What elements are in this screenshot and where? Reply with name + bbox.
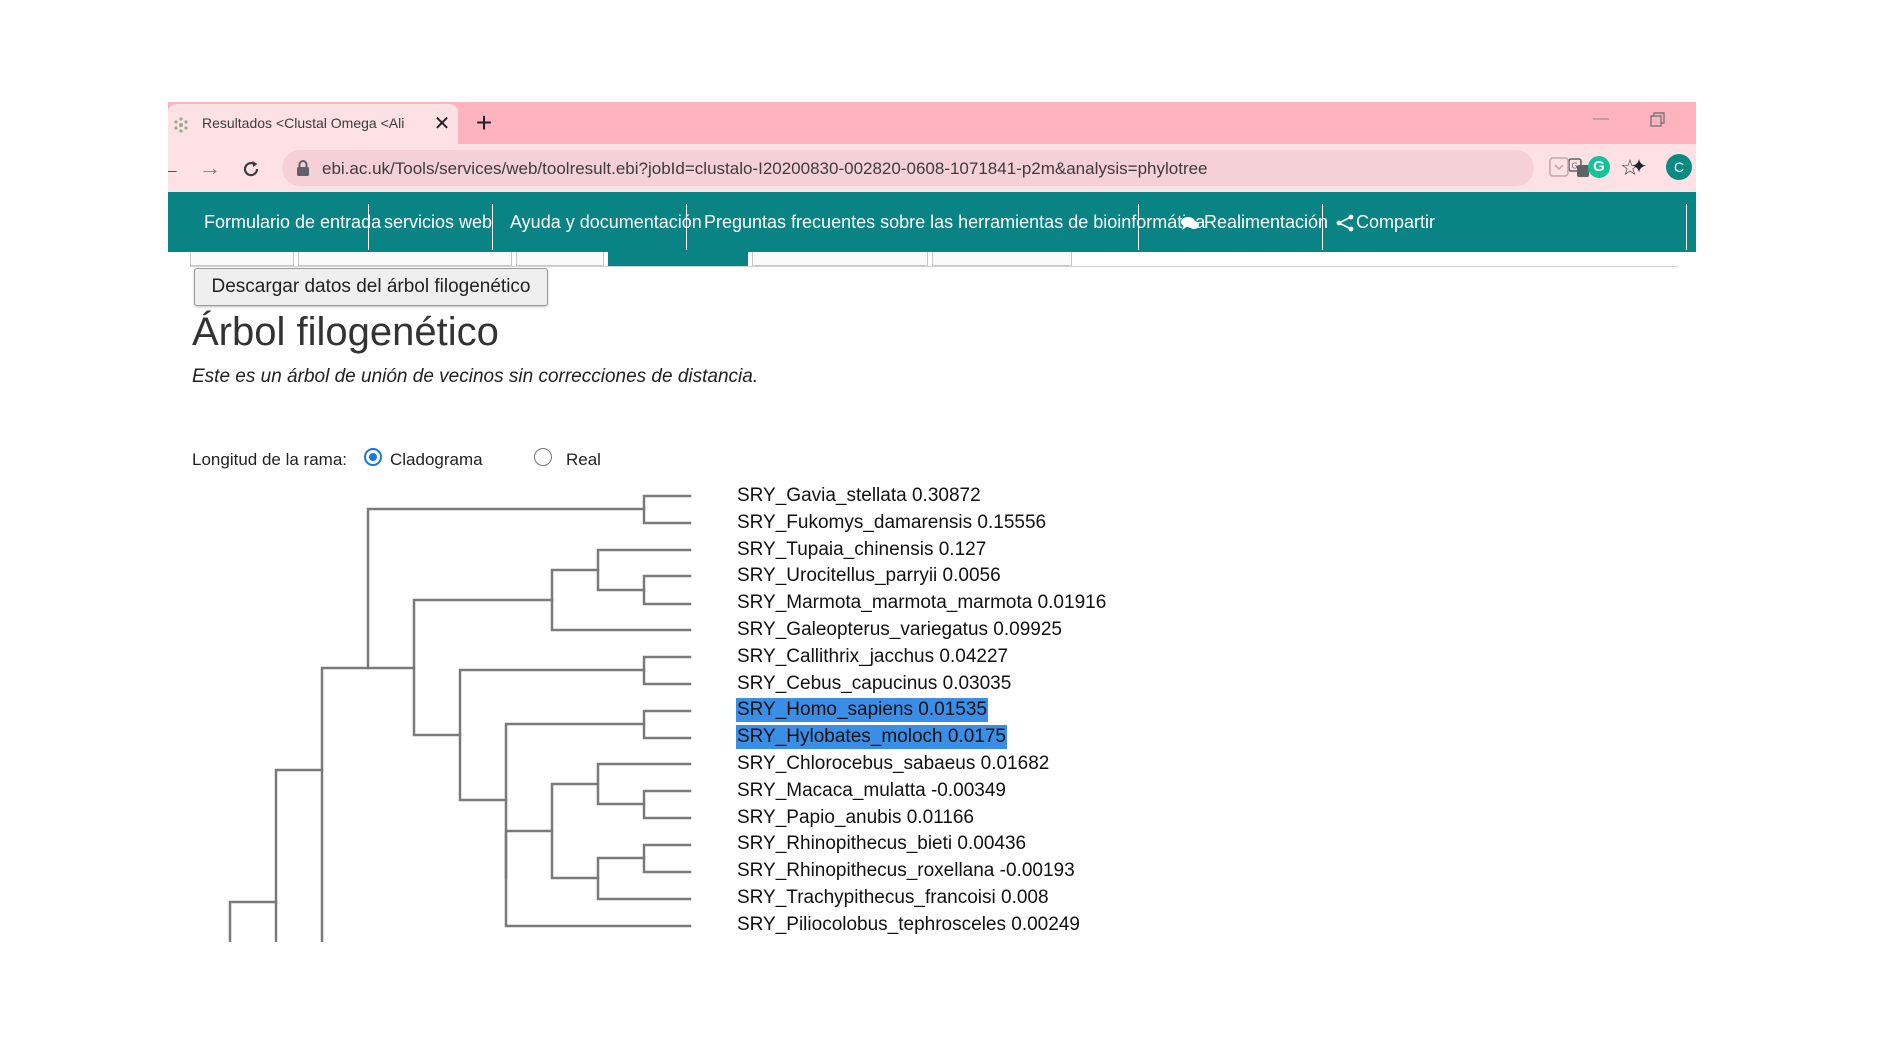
results-tab[interactable] [190, 252, 294, 266]
nav-web-services[interactable]: servicios web [384, 192, 492, 252]
nav-share-label: Compartir [1356, 212, 1436, 232]
tree-branch [320, 666, 370, 942]
tab-strip: Resultados <Clustal Omega <Ali ✕ + — [168, 102, 1696, 144]
profile-avatar[interactable]: C [1666, 154, 1692, 180]
tree-branch [504, 722, 646, 880]
nav-separator [1138, 204, 1139, 250]
nav-faq[interactable]: Preguntas frecuentes sobre las herramien… [704, 192, 1205, 252]
tree-leaf-label: SRY_Callithrix_jacchus 0.04227 [737, 645, 1009, 667]
tree-branch [642, 494, 692, 525]
minimize-icon[interactable]: — [1586, 110, 1616, 130]
tree-leaf-label: SRY_Macaca_mulatta -0.00349 [737, 779, 1006, 801]
tree-leaf-label: SRY_Hylobates_moloch 0.0175 [736, 725, 1007, 750]
grammarly-icon[interactable]: G [1588, 156, 1610, 178]
nav-feedback[interactable]: Realimentación [1180, 192, 1328, 252]
ebi-nav-bar: Formulario de entrada servicios web Ayud… [168, 192, 1696, 252]
restore-window-icon[interactable] [1646, 108, 1670, 132]
nav-help-docs[interactable]: Ayuda y documentación [510, 192, 702, 252]
tree-branch [274, 768, 324, 942]
results-tab[interactable] [516, 252, 604, 266]
translate-icon[interactable]: G [1568, 158, 1590, 178]
tree-branch [642, 709, 692, 740]
tree-leaf-label: SRY_Gavia_stellata 0.30872 [737, 485, 981, 506]
tree-leaf-label: SRY_Homo_sapiens 0.01535 [736, 698, 988, 723]
tab-title: Resultados <Clustal Omega <Ali [202, 115, 405, 131]
back-arrow-icon[interactable]: ← [168, 152, 186, 184]
tree-leaf-label: SRY_Fukomys_damarensis 0.15556 [737, 511, 1047, 533]
branch-length-label: Longitud de la rama: [192, 450, 347, 469]
extension-icon[interactable] [1548, 156, 1570, 178]
browser-toolbar: ← → ebi.ac.uk/Tools/services/web/toolres… [168, 144, 1696, 192]
reload-icon[interactable] [240, 158, 262, 180]
nav-share[interactable]: Compartir [1336, 192, 1435, 252]
tree-leaf-label: SRY_Piliocolobus_tephrosceles 0.00249 [737, 913, 1080, 935]
tree-leaf-label: SRY_Trachypithecus_francoisi 0.008 [737, 887, 1049, 908]
nav-separator [492, 204, 493, 250]
tree-branch [642, 789, 692, 820]
tree-branch [458, 668, 646, 802]
cladogram-radio[interactable] [364, 448, 382, 466]
results-tab[interactable] [752, 252, 928, 266]
tree-leaf-label: SRY_Galeopterus_variegatus 0.09925 [737, 619, 1062, 640]
results-tab-phylogenetic-tree[interactable] [608, 252, 748, 266]
nav-input-form[interactable]: Formulario de entrada [204, 192, 381, 252]
new-tab-icon[interactable]: + [468, 108, 500, 140]
tree-branch [642, 655, 692, 686]
tree-leaf-label: SRY_Rhinopithecus_bieti 0.00436 [737, 833, 1027, 855]
nav-separator [1686, 204, 1687, 250]
page-title: Árbol filogenético [192, 310, 499, 354]
share-icon [1336, 214, 1354, 232]
real-radio[interactable] [534, 448, 552, 466]
tree-branch [412, 598, 554, 737]
tree-branch [550, 782, 600, 880]
browser-tab[interactable]: Resultados <Clustal Omega <Ali ✕ [168, 104, 458, 144]
download-tree-data-button[interactable]: Descargar datos del árbol filogenético [194, 268, 548, 306]
tree-branch [550, 568, 692, 632]
results-tab[interactable] [298, 252, 512, 266]
nav-separator [368, 204, 369, 250]
tree-leaf-label: SRY_Papio_anubis 0.01166 [737, 806, 974, 828]
browser-window: Resultados <Clustal Omega <Ali ✕ + — ← →… [168, 102, 1696, 942]
results-tab[interactable] [932, 252, 1072, 266]
nav-separator [686, 204, 687, 250]
tree-branch [366, 507, 646, 670]
extensions-puzzle-icon[interactable]: ✦ [1628, 156, 1650, 178]
tree-leaf-label: SRY_Rhinopithecus_roxellana -0.00193 [737, 860, 1075, 882]
nav-separator [1322, 204, 1323, 250]
nav-feedback-label: Realimentación [1204, 212, 1329, 232]
comment-icon [1181, 217, 1199, 231]
forward-arrow-icon[interactable]: → [194, 152, 226, 184]
address-bar[interactable]: ebi.ac.uk/Tools/services/web/toolresult.… [282, 150, 1640, 186]
tabs-divider [190, 266, 1678, 267]
close-tab-icon[interactable]: ✕ [430, 112, 454, 136]
real-label[interactable]: Real [566, 450, 601, 470]
tree-leaf-label: SRY_Chlorocebus_sabaeus 0.01682 [737, 753, 1050, 774]
url-text: ebi.ac.uk/Tools/services/web/toolresult.… [322, 159, 1208, 178]
tree-branch [228, 900, 278, 942]
cladogram-label[interactable]: Cladograma [390, 450, 483, 470]
tree-leaf-label: SRY_Tupaia_chinensis 0.127 [737, 538, 987, 560]
lock-icon[interactable] [296, 160, 310, 176]
tree-leaf-label: SRY_Cebus_capucinus 0.03035 [737, 672, 1012, 694]
tree-branch [642, 574, 692, 606]
svg-text:G: G [1572, 162, 1578, 171]
tree-branch [642, 843, 692, 874]
page-description: Este es un árbol de unión de vecinos sin… [192, 366, 759, 387]
ebi-favicon-icon [174, 117, 188, 133]
tree-leaf-label: SRY_Urocitellus_parryii 0.0056 [737, 565, 1001, 587]
tree-leaf-label: SRY_Marmota_marmota_marmota 0.01916 [737, 592, 1107, 614]
